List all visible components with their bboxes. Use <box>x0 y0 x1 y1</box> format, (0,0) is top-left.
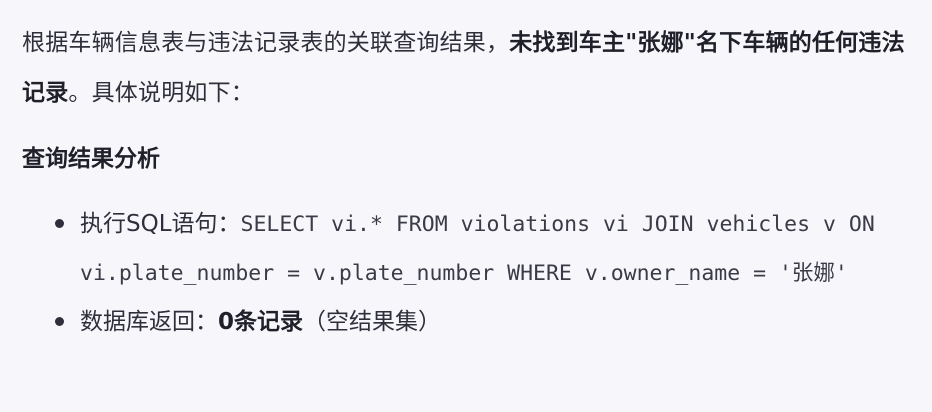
intro-paragraph: 根据车辆信息表与违法记录表的关联查询结果，未找到车主"张娜"名下车辆的任何违法记… <box>22 18 908 118</box>
db-result-count: 0条记录 <box>218 309 304 335</box>
bullet-list: 执行SQL语句：SELECT vi.* FROM violations vi J… <box>22 200 908 346</box>
sql-label: 执行SQL语句： <box>80 211 241 237</box>
bullet-sql-statement: 执行SQL语句：SELECT vi.* FROM violations vi J… <box>22 200 908 298</box>
section-title: 查询结果分析 <box>22 146 160 172</box>
bullet-dot-icon <box>55 219 64 228</box>
intro-text-after: 。具体说明如下： <box>68 80 255 106</box>
db-result-label: 数据库返回： <box>80 309 218 335</box>
db-result-note: （空结果集） <box>303 309 442 335</box>
intro-text-before: 根据车辆信息表与违法记录表的关联查询结果， <box>22 30 510 56</box>
bullet-db-result: 数据库返回：0条记录（空结果集） <box>22 298 908 346</box>
bullet-dot-icon <box>55 317 64 326</box>
chat-message: 根据车辆信息表与违法记录表的关联查询结果，未找到车主"张娜"名下车辆的任何违法记… <box>0 0 932 412</box>
